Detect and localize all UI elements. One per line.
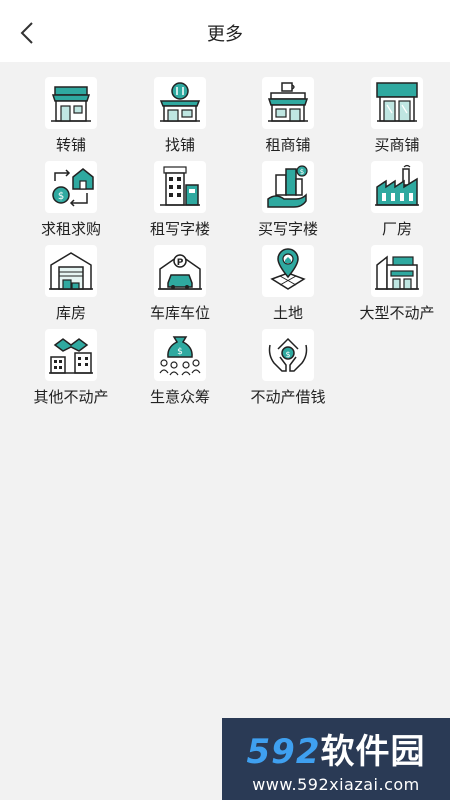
item-label: 租商铺: [265, 136, 311, 154]
watermark-number: 592: [246, 732, 321, 772]
item-buy-office[interactable]: $ 买写字楼: [232, 161, 344, 243]
item-label: 买商铺: [374, 136, 420, 154]
item-label: 转铺: [55, 136, 86, 154]
watermark-url: www.592xiazai.com: [252, 775, 420, 794]
handshake-buildings-icon: [49, 338, 93, 374]
item-crowdfunding[interactable]: $ 生意众筹: [124, 329, 236, 411]
item-rent-office[interactable]: 租写字楼: [124, 161, 236, 243]
item-label: 土地: [272, 304, 303, 322]
watermark-logo: 592软件园 www.592xiazai.com: [222, 718, 450, 800]
garage-parking-icon: P: [158, 254, 202, 290]
item-factory[interactable]: 厂房: [341, 161, 450, 243]
item-label: 不动产借钱: [250, 388, 326, 406]
item-parking[interactable]: P 车库车位: [124, 245, 236, 327]
page-title: 更多: [207, 24, 243, 45]
hand-buildings-icon: $: [267, 165, 308, 208]
item-label: 其他不动产: [33, 388, 109, 406]
item-property-loan[interactable]: $ 不动产借钱: [232, 329, 344, 411]
item-large-property[interactable]: 大型不动产: [341, 245, 450, 327]
item-label: 大型不动产: [359, 304, 435, 322]
office-building-icon: [160, 166, 200, 206]
shop-front-icon: [51, 86, 91, 122]
land-location-icon: [270, 248, 306, 290]
cafe-shop-icon: [267, 82, 309, 122]
item-buy-shop[interactable]: 买商铺: [341, 77, 450, 159]
item-label: 库房: [55, 304, 86, 322]
svg-text:$: $: [300, 168, 304, 176]
crowdfunding-icon: $: [159, 336, 201, 376]
restaurant-shop-icon: [159, 82, 201, 122]
item-label: 求租求购: [40, 220, 101, 238]
svg-text:P: P: [177, 258, 184, 268]
item-label: 买写字楼: [257, 220, 318, 238]
item-wanted[interactable]: $ 求租求购: [15, 161, 127, 243]
item-warehouse[interactable]: 库房: [15, 245, 127, 327]
svg-text:$: $: [285, 350, 290, 359]
svg-text:$: $: [58, 191, 64, 202]
item-find-shop[interactable]: 找铺: [124, 77, 236, 159]
watermark-text: 软件园: [320, 732, 426, 772]
item-rent-shop[interactable]: 租商铺: [232, 77, 344, 159]
hands-house-money-icon: $: [268, 337, 308, 372]
item-label: 租写字楼: [149, 220, 210, 238]
factory-icon: [375, 164, 419, 206]
mall-icon: [375, 255, 419, 290]
item-other-property[interactable]: 其他不动产: [15, 329, 127, 411]
item-label: 车库车位: [149, 304, 210, 322]
svg-text:$: $: [177, 347, 183, 357]
item-land[interactable]: 土地: [232, 245, 344, 327]
warehouse-icon: [49, 252, 93, 290]
item-transfer-shop[interactable]: 转铺: [15, 77, 127, 159]
item-label: 厂房: [381, 220, 412, 238]
house-money-exchange-icon: $: [52, 168, 94, 207]
supermarket-icon: [376, 82, 418, 122]
item-label: 生意众筹: [149, 388, 210, 406]
item-label: 找铺: [164, 136, 195, 154]
